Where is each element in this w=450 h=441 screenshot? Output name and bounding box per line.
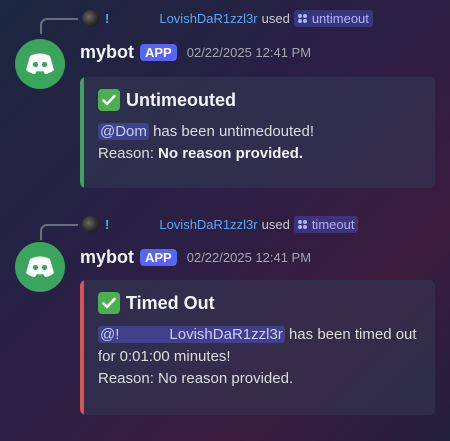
message-header: mybot APP 02/22/2025 12:41 PM (80, 40, 311, 64)
embed-title: Timed Out (98, 292, 421, 314)
reply-username-prefix[interactable]: ! (105, 11, 109, 26)
embed-untimeouted: Untimeouted @Dom has been untimedouted! … (80, 77, 435, 188)
reason-line: Reason: No reason provided. (98, 370, 294, 387)
command-chip[interactable]: untimeout (293, 9, 373, 27)
embed-title-text: Untimeouted (126, 89, 236, 110)
reply-preview[interactable]: ! LovishDaR1zzl3r used timeout (82, 214, 359, 234)
reply-connector (40, 224, 78, 240)
check-mark-icon (98, 89, 120, 111)
bot-avatar[interactable] (15, 242, 65, 292)
discord-logo-icon (26, 256, 54, 277)
reply-username[interactable]: LovishDaR1zzl3r (159, 11, 257, 26)
slash-command-icon (297, 219, 307, 229)
command-name: timeout (311, 216, 355, 232)
embed-description: @! LovishDaR1zzl3r has been timed out fo… (98, 324, 421, 390)
bot-avatar[interactable] (15, 39, 65, 89)
embed-color-bar (80, 280, 84, 415)
user-mini-avatar[interactable] (82, 9, 99, 27)
message-timestamp: 02/22/2025 12:41 PM (186, 44, 312, 60)
embed-color-bar (80, 77, 84, 188)
embed-timed-out: Timed Out @! LovishDaR1zzl3r has been ti… (80, 280, 435, 415)
user-mention[interactable]: @! LovishDaR1zzl3r (98, 326, 285, 343)
message-timestamp: 02/22/2025 12:41 PM (186, 249, 312, 265)
reply-username[interactable]: LovishDaR1zzl3r (159, 217, 257, 232)
reply-used-text: used (261, 10, 290, 26)
message-header: mybot APP 02/22/2025 12:41 PM (80, 245, 311, 269)
bot-username[interactable]: mybot (80, 247, 134, 268)
command-name: untimeout (311, 10, 369, 26)
embed-title-text: Timed Out (126, 292, 215, 313)
reply-connector (40, 18, 78, 34)
check-mark-icon (98, 292, 120, 314)
app-badge: APP (140, 248, 177, 266)
user-mini-avatar[interactable] (82, 215, 99, 233)
reply-used-text: used (261, 216, 290, 232)
embed-title: Untimeouted (98, 89, 421, 111)
bot-username[interactable]: mybot (80, 42, 134, 63)
discord-logo-icon (26, 53, 54, 74)
embed-line-1-text: has been untimedouted! (148, 123, 315, 140)
user-mention[interactable]: @Dom (98, 123, 149, 140)
embed-description: @Dom has been untimedouted! Reason: No r… (98, 121, 421, 165)
app-badge: APP (140, 43, 177, 61)
reply-preview[interactable]: ! LovishDaR1zzl3r used untimeout (82, 8, 373, 28)
reason-value: No reason provided. (158, 145, 304, 162)
reason-label: Reason: (98, 145, 159, 162)
slash-command-icon (297, 13, 307, 23)
command-chip[interactable]: timeout (293, 215, 359, 233)
reply-username-prefix[interactable]: ! (105, 217, 109, 232)
